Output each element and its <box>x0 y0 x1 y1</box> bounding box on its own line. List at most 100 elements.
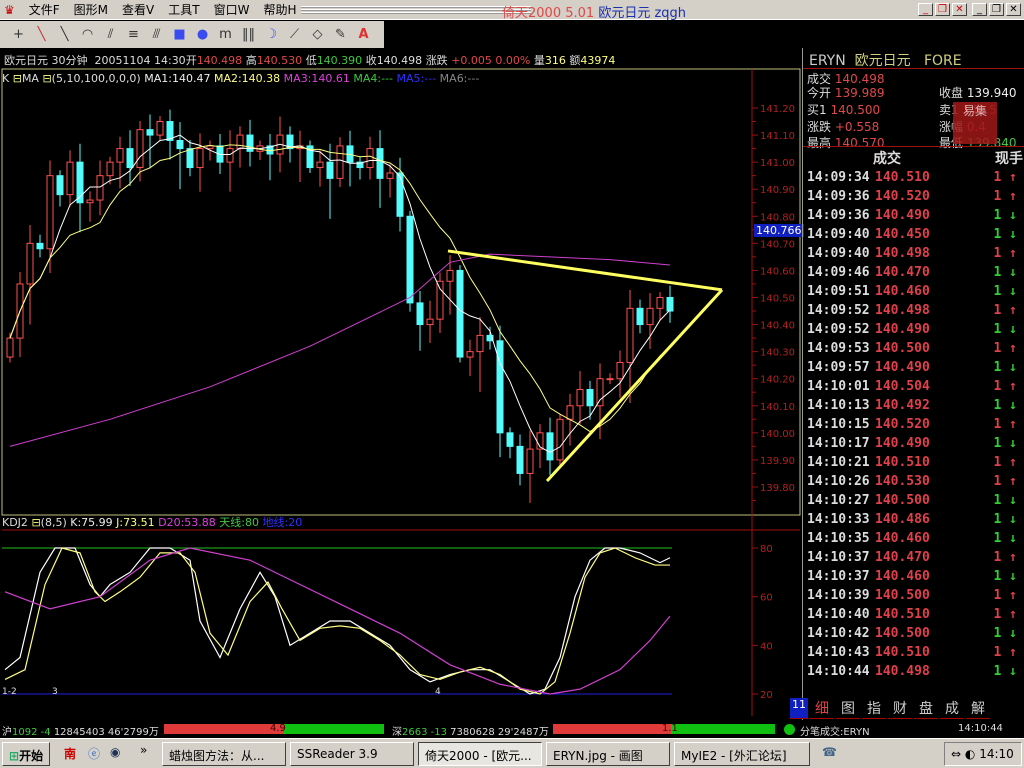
channel-tool-icon[interactable]: ⟋ <box>286 27 303 42</box>
kdj-tick-label: 60 <box>760 593 773 604</box>
menu-file[interactable]: 文件F <box>29 1 60 18</box>
task-myie2[interactable]: MyIE2 - [外汇论坛] <box>674 742 810 766</box>
close-button[interactable]: ✕ <box>1006 3 1021 16</box>
trade-price: 140.460 <box>875 284 930 299</box>
trade-price: 140.510 <box>875 607 930 622</box>
trade-row: 14:10:27 140.500 1 ↓ <box>807 493 1021 512</box>
menu-tools[interactable]: 工具T <box>168 1 199 18</box>
trade-price: 140.492 <box>875 398 930 413</box>
cursor-price-label: 140.766 <box>754 224 804 237</box>
menu-help[interactable]: 帮助H <box>263 1 296 18</box>
candle-up <box>436 280 444 320</box>
task-paint[interactable]: ERYN.jpg - 画图 <box>546 742 670 766</box>
price-tick-label: 139.80 <box>760 483 795 494</box>
menu-grip <box>300 5 531 14</box>
quicklaunch-more-icon[interactable]: » <box>140 743 147 757</box>
price-tick-label: 140.20 <box>760 375 795 386</box>
kdj-top-line: 天线:80 <box>219 516 259 529</box>
trade-row: 14:10:17 140.490 1 ↓ <box>807 436 1021 455</box>
page-number[interactable]: 11 <box>790 698 808 719</box>
tab-chart[interactable]: 图 <box>836 698 860 719</box>
menu-window[interactable]: 窗口W <box>214 1 250 18</box>
trade-time: 14:10:27 <box>807 493 870 508</box>
arrow-up-icon: ↑ <box>1009 379 1017 394</box>
start-button[interactable]: ⊞开始 <box>2 742 50 766</box>
doc-title: 欧元日元 zqgh <box>598 6 687 21</box>
fan-tool-icon[interactable]: ⫽ <box>102 27 119 42</box>
tab-detail[interactable]: 细 <box>810 698 834 719</box>
cycle-tool-icon[interactable]: m <box>217 27 234 42</box>
candle-up <box>566 405 574 420</box>
parallel-lines-tool-icon[interactable]: ≡ <box>125 27 142 42</box>
doc-minimize-button[interactable]: _ <box>918 3 933 16</box>
tab-index[interactable]: 指 <box>862 698 886 719</box>
restore-button[interactable]: ❐ <box>989 3 1004 16</box>
trade-time: 14:09:46 <box>807 265 870 280</box>
tab-finance[interactable]: 财 <box>888 698 912 719</box>
menu-view[interactable]: 查看V <box>122 1 154 18</box>
price-chart[interactable]: 141.20 141.10 141.00 140.90 140.80 140.70 140.… <box>0 66 802 720</box>
ticker-label: 分笔成交:ERYN <box>800 727 870 738</box>
trade-price-header: 成交 <box>873 151 901 167</box>
arc-tool-icon[interactable]: ◠ <box>79 27 96 42</box>
task-ssreader[interactable]: SSReader 3.9 <box>290 742 414 766</box>
quicklaunch-nan-icon[interactable]: 南 <box>64 745 76 762</box>
price-tick-label: 140.90 <box>760 185 795 196</box>
symbol-code: ERYN <box>809 53 846 69</box>
task-candlestick-doc[interactable]: 蜡烛图方法：从... <box>162 742 286 766</box>
trade-price: 140.490 <box>875 322 930 337</box>
collapse-icon[interactable]: ⊟ <box>31 516 40 529</box>
moon-tool-icon[interactable]: ☽ <box>263 27 280 42</box>
quote-label: 涨跌 <box>807 120 832 134</box>
segment-tool-icon[interactable]: ╲ <box>56 27 73 42</box>
candle-up <box>116 148 124 163</box>
tab-explain[interactable]: 解 <box>966 698 990 719</box>
divider <box>803 68 1024 69</box>
kdj-tick-label: 20 <box>760 690 773 701</box>
minimize-button[interactable]: _ <box>972 3 987 16</box>
doc-close-button[interactable]: ✕ <box>952 3 967 16</box>
crosshair-tool-icon[interactable]: + <box>10 27 27 42</box>
menu-graph[interactable]: 图形M <box>74 1 108 18</box>
tab-book[interactable]: 盘 <box>914 698 938 719</box>
ellipse-tool-icon[interactable]: ● <box>194 27 211 42</box>
trade-time: 14:10:35 <box>807 531 870 546</box>
trade-price: 140.510 <box>875 645 930 660</box>
doc-restore-button[interactable]: ❐ <box>935 3 950 16</box>
arrow-down-icon: ↓ <box>1009 626 1017 641</box>
trade-row: 14:10:15 140.520 1 ↑ <box>807 417 1021 436</box>
menu-bar: ♛ 文件F 图形M 查看V 工具T 窗口W 帮助H 倚天2000 5.01 欧元… <box>0 0 1024 21</box>
volume-icon[interactable]: ◐ <box>965 747 975 761</box>
tray-app-icon[interactable]: ☎ <box>822 745 837 759</box>
price-tick-label: 140.30 <box>760 348 795 359</box>
eraser-tool-icon[interactable]: ◇ <box>309 27 326 42</box>
trade-time: 14:09:51 <box>807 284 870 299</box>
sh-change: -4 <box>40 727 51 738</box>
trade-price: 140.490 <box>875 436 930 451</box>
task-yitian[interactable]: 倚天2000 - [欧元... <box>418 742 542 766</box>
gann-fan-tool-icon[interactable]: ⫻ <box>148 27 165 42</box>
candle-up <box>206 145 214 150</box>
candle-down <box>406 215 414 304</box>
trade-volume: 1 ↑ <box>993 246 1017 261</box>
kdj-tick-label: 40 <box>760 641 773 652</box>
quicklaunch-myie-icon[interactable]: ◉ <box>110 745 120 759</box>
line-tool-icon[interactable]: ╲ <box>33 27 50 42</box>
trade-volume: 1 ↓ <box>993 208 1017 223</box>
trade-volume: 1 ↓ <box>993 284 1017 299</box>
text-tool-icon[interactable]: A <box>355 27 372 42</box>
trade-row: 14:10:42 140.500 1 ↓ <box>807 626 1021 645</box>
pen-tool-icon[interactable]: ✎ <box>332 27 349 42</box>
candle-up <box>626 307 634 363</box>
vertical-lines-tool-icon[interactable]: ‖‖ <box>240 27 257 42</box>
collapse-icon[interactable]: ⊟ <box>42 72 51 85</box>
ma6-value: MA6:--- <box>439 72 480 85</box>
candle-down <box>586 389 594 407</box>
rectangle-tool-icon[interactable]: ■ <box>171 27 188 42</box>
candle-down <box>186 148 194 169</box>
tab-trades[interactable]: 成 <box>940 698 964 719</box>
network-icon[interactable]: ⇔ <box>951 747 961 761</box>
collapse-icon[interactable]: ⊟ <box>13 72 22 85</box>
quicklaunch-ie-icon[interactable]: ⓔ <box>88 745 100 762</box>
trade-price: 140.460 <box>875 531 930 546</box>
